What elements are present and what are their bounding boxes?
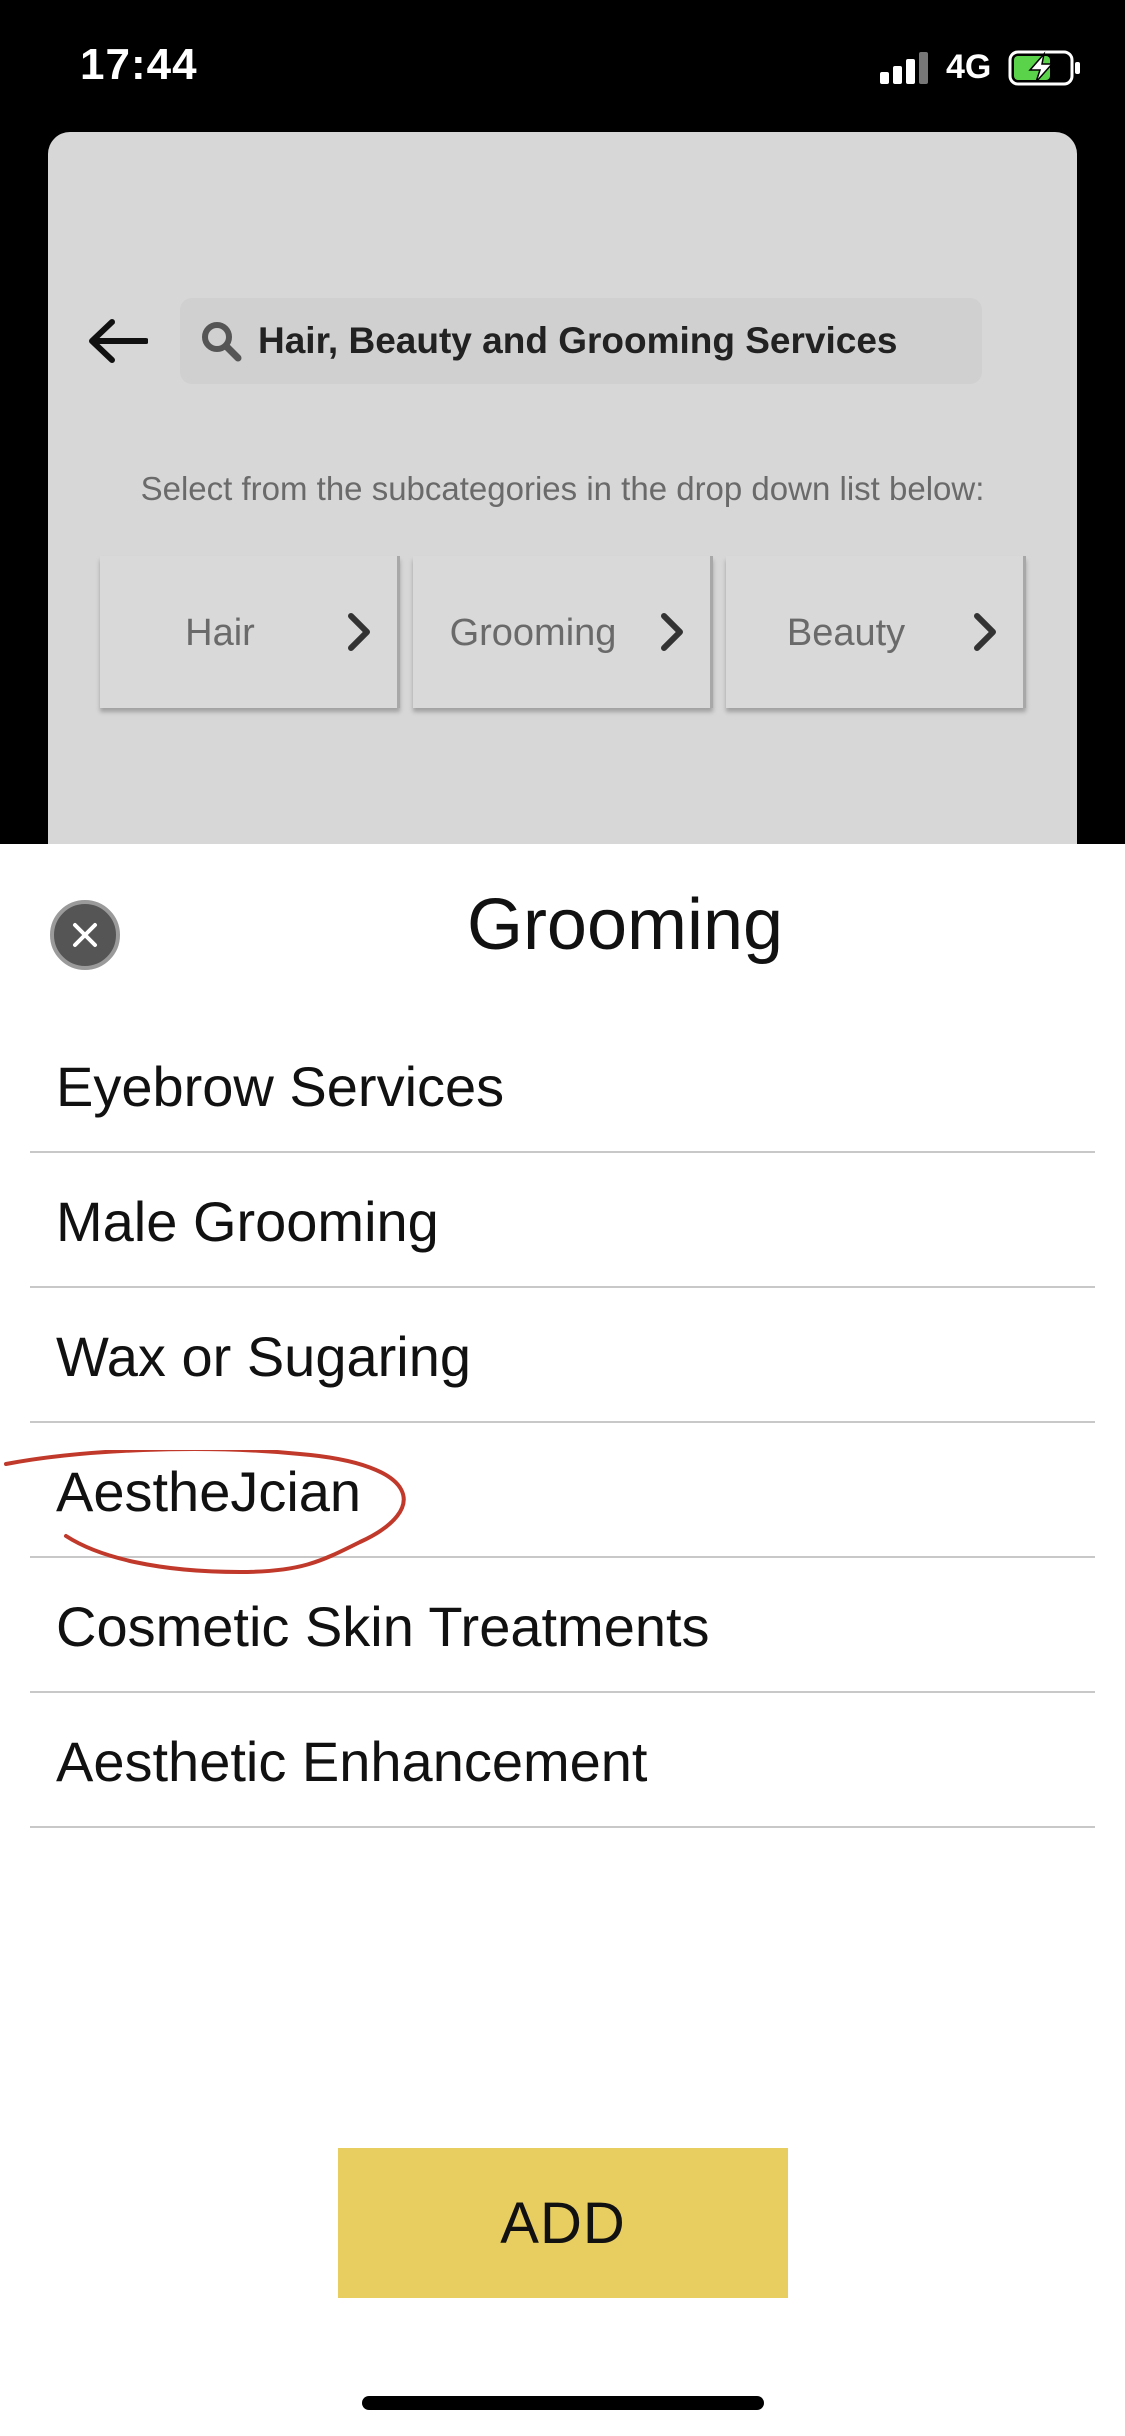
search-text: Hair, Beauty and Grooming Services (258, 320, 898, 361)
annotation-circle-mark (4, 1450, 406, 1575)
subcategory-beauty-button[interactable]: Beauty (726, 556, 1026, 708)
subcategory-instructions: Select from the subcategories in the dro… (140, 470, 985, 507)
status-bar: 17:44 4G (0, 0, 1125, 132)
chevron-right-icon (974, 613, 996, 651)
option-list: Eyebrow Services Male Grooming Wax or Su… (30, 1018, 1095, 1828)
option-item[interactable]: Eyebrow Services (30, 1018, 1095, 1153)
subcategory-label: Grooming (449, 612, 617, 654)
option-label: Eyebrow Services (56, 1055, 505, 1118)
sheet-title: Grooming (466, 885, 784, 965)
chevron-right-icon (661, 613, 683, 651)
chevron-right-icon (348, 613, 370, 651)
search-icon (202, 322, 242, 362)
network-label: 4G (946, 48, 992, 86)
subcategory-label: Hair (185, 612, 255, 654)
option-item[interactable]: Male Grooming (30, 1153, 1095, 1288)
option-item[interactable]: Wax or Sugaring (30, 1288, 1095, 1423)
option-label: Wax or Sugaring (56, 1325, 471, 1388)
option-item[interactable]: Aesthetic Enhancement (30, 1693, 1095, 1828)
search-box[interactable]: Hair, Beauty and Grooming Services (180, 298, 982, 384)
option-label: Male Grooming (56, 1190, 439, 1253)
subcategory-grooming-button[interactable]: Grooming (413, 556, 713, 708)
back-arrow-icon[interactable] (88, 318, 148, 364)
signal-icon (880, 52, 932, 84)
subcategory-label: Beauty (786, 612, 906, 654)
battery-charging-icon (1008, 50, 1080, 86)
add-button[interactable]: ADD (338, 2148, 788, 2298)
subcategory-hair-button[interactable]: Hair (100, 556, 400, 708)
option-label: Cosmetic Skin Treatments (56, 1595, 710, 1658)
home-indicator (362, 2396, 764, 2410)
option-label: Aesthetic Enhancement (56, 1730, 648, 1793)
status-time: 17:44 (80, 40, 198, 89)
